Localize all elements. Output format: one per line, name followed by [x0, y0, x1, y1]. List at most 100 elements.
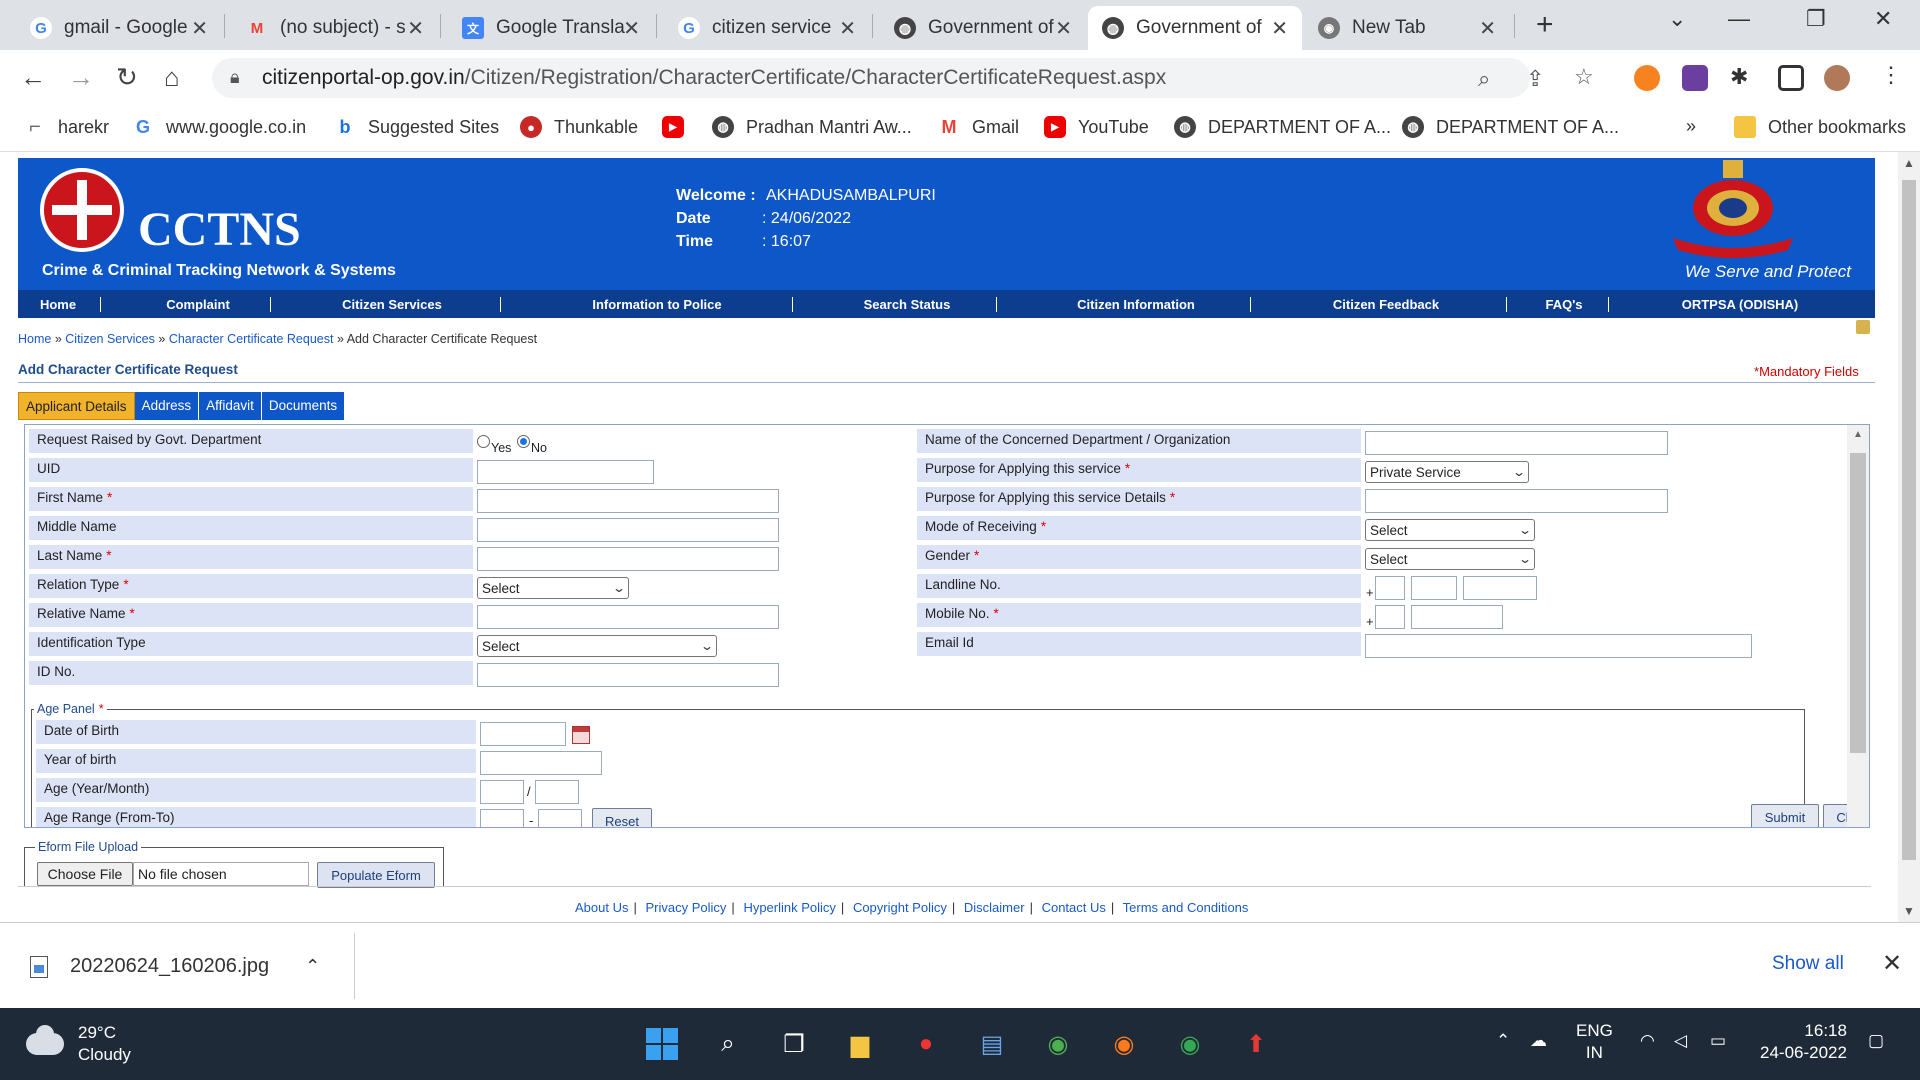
landline-std-code-input[interactable]	[1411, 576, 1457, 600]
footer-copyright-policy[interactable]: Copyright Policy	[853, 900, 947, 915]
footer-hyperlink-policy[interactable]: Hyperlink Policy	[743, 900, 835, 915]
reset-button[interactable]: Reset	[592, 808, 652, 827]
age-month-input[interactable]	[535, 780, 579, 804]
id-no-input[interactable]	[477, 663, 779, 687]
purpose-select[interactable]: Private Service ⌄	[1365, 461, 1529, 483]
window-close-icon[interactable]: ✕	[1874, 6, 1892, 32]
browser-tab[interactable]: G citizen service ✕	[664, 6, 870, 50]
bookmark-item[interactable]: ⌐ harekr	[24, 116, 109, 138]
close-icon[interactable]: ✕	[1479, 16, 1496, 41]
populate-eform-button[interactable]: Populate Eform	[317, 862, 435, 888]
browser-tab[interactable]: ◍ Government of ✕	[880, 6, 1086, 50]
landline-number-input[interactable]	[1463, 576, 1537, 600]
govt-dept-no-radio[interactable]	[517, 435, 530, 448]
close-icon[interactable]: ✕	[191, 16, 208, 41]
avatar[interactable]	[1824, 65, 1850, 91]
age-from-input[interactable]	[480, 809, 524, 827]
tab-search-icon[interactable]: ⌄	[1668, 6, 1686, 32]
show-all-button[interactable]: Show all	[1772, 953, 1844, 975]
landline-country-code-input[interactable]	[1375, 576, 1405, 600]
nav-home[interactable]: Home	[24, 297, 92, 312]
bookmark-item[interactable]: b Suggested Sites	[334, 116, 499, 138]
nav-faqs[interactable]: FAQ's	[1514, 297, 1614, 312]
menu-kebab-icon[interactable]: ⋮	[1880, 62, 1902, 88]
firefox-icon[interactable]: ◉	[1106, 1026, 1142, 1062]
choose-file-button[interactable]: Choose File	[37, 862, 133, 886]
close-icon[interactable]: ✕	[1055, 16, 1072, 41]
address-bar[interactable]: 🔒︎ citizenportal-op.gov.in/Citizen/Regis…	[212, 58, 1530, 98]
nav-citizen-feedback[interactable]: Citizen Feedback	[1258, 297, 1514, 312]
nav-search-status[interactable]: Search Status	[802, 297, 1012, 312]
mobile-country-code-input[interactable]	[1375, 605, 1405, 629]
close-icon[interactable]: ✕	[1882, 949, 1902, 978]
age-year-input[interactable]	[480, 780, 524, 804]
submit-button[interactable]: Submit	[1751, 804, 1819, 827]
relation-type-select[interactable]: Select ⌄	[477, 577, 629, 599]
breadcrumb-home[interactable]: Home	[18, 332, 51, 346]
nav-ortpsa[interactable]: ORTPSA (ODISHA)	[1614, 297, 1866, 312]
bookmark-item[interactable]: ◍ DEPARTMENT OF A...	[1174, 116, 1391, 138]
close-icon[interactable]: ✕	[839, 16, 856, 41]
task-view-icon[interactable]: ❐	[776, 1026, 812, 1062]
forward-icon[interactable]: →	[68, 62, 94, 93]
age-to-input[interactable]	[538, 809, 582, 827]
close-icon[interactable]: ✕	[623, 16, 640, 41]
dept-name-input[interactable]	[1365, 431, 1668, 455]
reload-icon[interactable]: ↻	[116, 62, 138, 93]
footer-disclaimer[interactable]: Disclaimer	[964, 900, 1025, 915]
tab-address[interactable]: Address	[134, 392, 200, 420]
chrome-profile-icon[interactable]: ◉	[1040, 1026, 1076, 1062]
browser-tab[interactable]: M (no subject) - s ✕	[232, 6, 438, 50]
chevron-up-icon[interactable]: ⌃	[305, 956, 320, 977]
language-indicator[interactable]: ENG IN	[1576, 1020, 1613, 1064]
mode-receiving-select[interactable]: Select ⌄	[1365, 519, 1535, 541]
share-icon[interactable]: ⇪	[1526, 66, 1544, 92]
browser-tab[interactable]: G gmail - Google ✕	[16, 6, 222, 50]
search-icon[interactable]: ⌕	[710, 1026, 746, 1062]
purpose-details-input[interactable]	[1365, 489, 1668, 513]
extension-icon[interactable]	[1634, 65, 1660, 91]
back-icon[interactable]: ←	[20, 62, 46, 93]
side-panel-icon[interactable]	[1778, 65, 1804, 91]
upload-app-icon[interactable]: ⬆	[1238, 1026, 1274, 1062]
clock[interactable]: 16:18 24-06-2022	[1760, 1020, 1847, 1064]
tab-affidavit[interactable]: Affidavit	[199, 392, 262, 420]
minimize-icon[interactable]: —	[1728, 6, 1750, 32]
relative-name-input[interactable]	[477, 605, 779, 629]
volume-icon[interactable]: ◁	[1674, 1030, 1687, 1052]
email-input[interactable]	[1365, 634, 1752, 658]
scroll-down-icon[interactable]: ▼	[1903, 904, 1915, 918]
scroll-up-icon[interactable]: ▲	[1903, 156, 1915, 170]
download-item[interactable]: 20220624_160206.jpg ⌃	[30, 955, 320, 978]
browser-tab[interactable]: ◉ New Tab ✕	[1304, 6, 1510, 50]
bookmark-item[interactable]: ● Thunkable	[520, 116, 638, 138]
mobile-number-input[interactable]	[1411, 605, 1503, 629]
middle-name-input[interactable]	[477, 518, 779, 542]
nav-citizen-services[interactable]: Citizen Services	[280, 297, 504, 312]
notification-icon[interactable]: ▢	[1868, 1030, 1884, 1052]
footer-contact-us[interactable]: Contact Us	[1042, 900, 1106, 915]
new-tab-button[interactable]: +	[1536, 8, 1554, 42]
other-bookmarks[interactable]: Other bookmarks	[1734, 116, 1906, 138]
form-scrollbar[interactable]: ▲	[1847, 425, 1869, 827]
footer-about-us[interactable]: About Us	[575, 900, 628, 915]
govt-dept-yes-radio[interactable]	[477, 435, 490, 448]
restore-icon[interactable]: ❐	[1806, 6, 1826, 32]
chevron-up-icon[interactable]: ⌃	[1496, 1030, 1510, 1052]
uid-input[interactable]	[477, 460, 654, 484]
home-icon[interactable]: ⌂	[164, 62, 180, 93]
bookmark-item[interactable]: ◍ DEPARTMENT OF A...	[1402, 116, 1619, 138]
breadcrumb-citizen-services[interactable]: Citizen Services	[65, 332, 155, 346]
scroll-up-icon[interactable]: ▲	[1853, 429, 1863, 440]
windows-start-icon[interactable]	[644, 1026, 680, 1062]
bookmark-item[interactable]: ▶ YouTube	[1044, 116, 1149, 138]
yob-input[interactable]	[480, 751, 602, 775]
file-explorer-icon[interactable]: ▆	[842, 1026, 878, 1062]
tab-documents[interactable]: Documents	[261, 392, 346, 420]
onedrive-icon[interactable]: ☁	[1530, 1030, 1547, 1052]
wifi-icon[interactable]: ◠	[1640, 1030, 1655, 1052]
bookmark-item[interactable]: ◍ Pradhan Mantri Aw...	[712, 116, 912, 138]
bookmark-item[interactable]: M Gmail	[938, 116, 1019, 138]
extension-icon[interactable]	[1682, 65, 1708, 91]
last-name-input[interactable]	[477, 547, 779, 571]
